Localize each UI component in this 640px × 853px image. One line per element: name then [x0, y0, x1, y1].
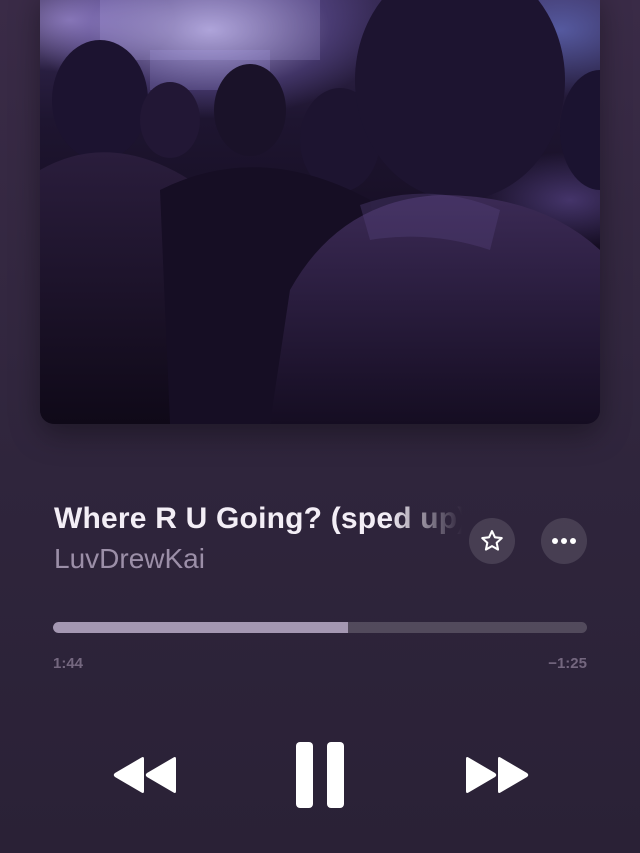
rewind-button[interactable]: [108, 752, 182, 798]
playback-progress-bar[interactable]: [53, 622, 587, 633]
fast-forward-icon: [466, 757, 529, 793]
fast-forward-button[interactable]: [460, 752, 534, 798]
more-options-button[interactable]: [541, 518, 587, 564]
favorite-button[interactable]: [469, 518, 515, 564]
remaining-time: −1:25: [548, 655, 587, 672]
progress-fill: [53, 622, 348, 633]
now-playing-screen: Where R U Going? (sped up) LuvDrewKai 1:…: [0, 0, 640, 853]
track-artist[interactable]: LuvDrewKai: [54, 543, 205, 575]
concert-crowd-image: [40, 0, 600, 424]
track-title: Where R U Going? (sped up): [54, 502, 462, 535]
ellipsis-icon: [552, 538, 576, 544]
pause-icon: [296, 742, 344, 808]
star-icon: [481, 530, 503, 551]
album-artwork: [40, 0, 600, 424]
pause-button[interactable]: [290, 738, 350, 812]
rewind-icon: [113, 757, 176, 793]
elapsed-time: 1:44: [53, 655, 84, 672]
